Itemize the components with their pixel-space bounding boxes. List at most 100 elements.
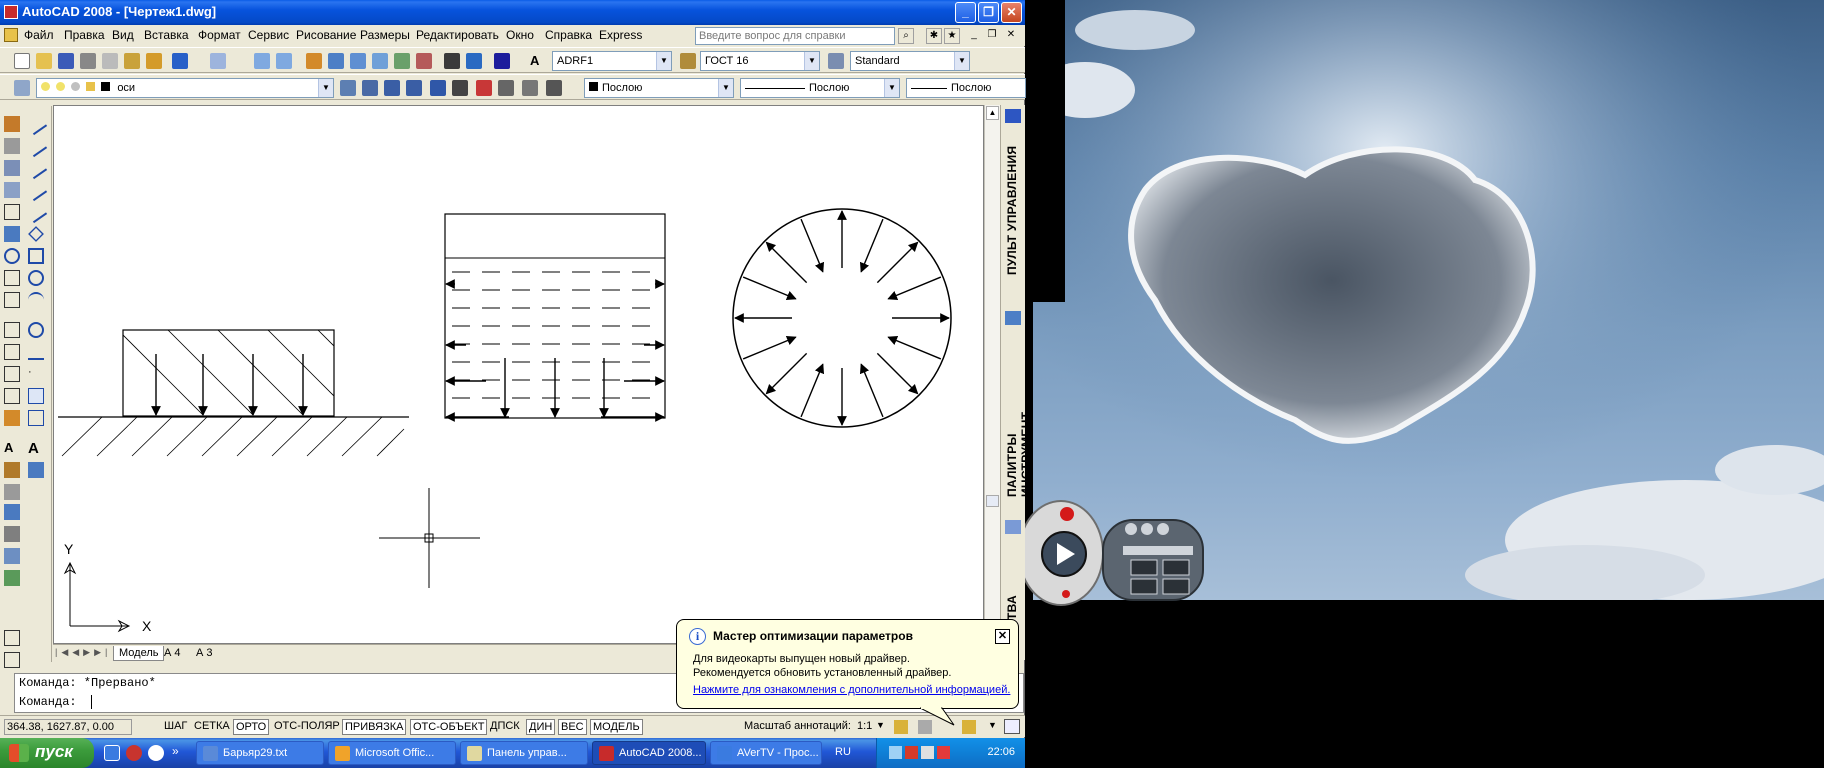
dim-style-select[interactable]: ГОСТ 16 ▼ (700, 51, 820, 71)
lineweight-select[interactable]: Послою (906, 78, 1026, 98)
tool-palettes-tab[interactable]: ПАЛИТРЫ ИНСТРУМЕНТ... (1005, 337, 1033, 497)
toggle-ducs[interactable]: ДПСК (488, 719, 522, 735)
quicklaunch-more-icon[interactable]: » (172, 744, 179, 758)
restore-button[interactable]: ❐ (978, 2, 999, 23)
copy-icon[interactable] (102, 53, 118, 69)
layer-select[interactable]: оси ▼ (36, 78, 334, 98)
balloon-more-info-link[interactable]: Нажмите для ознакомления с дополнительно… (693, 684, 1010, 696)
rotate-icon[interactable] (4, 248, 20, 264)
annotation-visibility-icon[interactable] (894, 720, 908, 734)
quicklaunch-player-icon[interactable] (148, 745, 164, 761)
dashboard-icon[interactable] (1005, 109, 1021, 123)
properties-icon[interactable] (306, 53, 322, 69)
tray-antivirus-icon[interactable] (905, 746, 918, 759)
layer-manager-icon[interactable] (14, 80, 30, 96)
menu-window[interactable]: Окно (506, 28, 534, 42)
language-indicator[interactable]: RU (835, 746, 851, 758)
block-editor-icon[interactable] (466, 53, 482, 69)
polyline-icon[interactable] (24, 156, 48, 180)
trim-icon[interactable] (4, 322, 20, 338)
copy-object-icon[interactable] (4, 138, 20, 154)
table-style-select[interactable]: Standard ▼ (850, 51, 970, 71)
zoom-icon[interactable] (276, 53, 292, 69)
layer-previous-icon[interactable] (362, 80, 378, 96)
offset-icon[interactable] (4, 182, 20, 198)
scroll-thumb[interactable] (986, 495, 999, 507)
communication-icon[interactable]: ✱ (926, 28, 942, 44)
status-menu-icon[interactable]: ▼ (988, 720, 997, 730)
table-style-icon[interactable] (828, 53, 844, 69)
toggle-osnap[interactable]: ПРИВЯЗКА (342, 719, 407, 735)
cylinder-icon[interactable] (430, 80, 446, 96)
quicklaunch-opera-icon[interactable] (126, 745, 142, 761)
make-current-icon[interactable] (340, 80, 356, 96)
hatch-icon[interactable] (28, 388, 44, 404)
measure-icon[interactable] (522, 80, 538, 96)
taskbar-button-office[interactable]: Microsoft Offic... (328, 741, 456, 765)
taskbar-button-notepad[interactable]: Барьяр29.txt (196, 741, 324, 765)
dashboard-palette-tab[interactable]: ПУЛЬТ УПРАВЛЕНИЯ (1005, 145, 1019, 275)
properties-palette-tab[interactable]: ТВА (1005, 590, 1019, 620)
sheet-set-icon[interactable] (372, 53, 388, 69)
erase-icon[interactable] (4, 116, 20, 132)
taskbar-button-autocad[interactable]: AutoCAD 2008... (592, 741, 706, 765)
match-properties-icon[interactable] (146, 53, 162, 69)
drawing-area[interactable]: Y X (53, 105, 984, 644)
tool-palettes-icon[interactable] (350, 53, 366, 69)
dimension-icon[interactable] (452, 80, 468, 96)
scale-icon[interactable] (4, 270, 20, 286)
menu-modify[interactable]: Редактировать (416, 28, 499, 42)
explode-icon[interactable] (4, 410, 20, 426)
tray-network-icon[interactable] (889, 746, 902, 759)
stretch-icon[interactable] (4, 292, 20, 308)
ray-icon[interactable] (24, 200, 48, 224)
menu-format[interactable]: Формат (198, 28, 241, 42)
pan-icon[interactable] (254, 53, 270, 69)
help-icon[interactable] (444, 53, 460, 69)
tool-palettes-icon[interactable] (1005, 311, 1021, 325)
menu-file[interactable]: Файл (24, 28, 54, 42)
toggle-otrack[interactable]: ОТС-ОБЪЕКТ (410, 719, 488, 735)
dim-icon-2[interactable] (4, 504, 20, 520)
monitor-icon[interactable] (494, 53, 510, 69)
command-prompt[interactable]: Команда: (19, 695, 77, 709)
menu-help[interactable]: Справка (545, 28, 592, 42)
notification-balloon[interactable]: i Мастер оптимизации параметров ✕ Для ви… (676, 619, 1019, 709)
document-icon[interactable] (4, 28, 18, 42)
autocad-app-icon[interactable] (4, 5, 18, 19)
redo-icon[interactable] (210, 53, 226, 69)
scroll-up-button[interactable]: ▲ (986, 106, 999, 120)
spline-icon[interactable] (28, 344, 44, 360)
move-icon[interactable] (4, 226, 20, 242)
dim-style-icon[interactable] (680, 53, 696, 69)
close-button[interactable]: ✕ (1001, 2, 1022, 23)
menu-edit[interactable]: Правка (64, 28, 105, 42)
ucs-icon[interactable] (498, 80, 514, 96)
vertical-scrollbar[interactable]: ▲ (984, 105, 1000, 644)
properties-palette-icon[interactable] (1005, 520, 1021, 534)
help-search-input[interactable]: Введите вопрос для справки (695, 27, 895, 45)
rectangle-icon[interactable] (28, 248, 44, 264)
balloon-close-button[interactable]: ✕ (995, 629, 1010, 644)
text-style-icon[interactable]: A (530, 53, 546, 69)
menu-draw[interactable]: Рисование (296, 28, 356, 42)
doc-restore-button[interactable]: ❐ (984, 28, 1000, 44)
new-icon[interactable] (14, 53, 30, 69)
construction-line-icon[interactable] (24, 134, 48, 158)
menu-express[interactable]: Express (599, 28, 642, 42)
calculator-icon[interactable] (416, 53, 432, 69)
menu-dimension[interactable]: Размеры (360, 28, 410, 42)
array-icon[interactable] (4, 204, 20, 220)
menu-insert[interactable]: Вставка (144, 28, 189, 42)
point-icon[interactable]: · (28, 366, 44, 382)
doc-minimize-button[interactable]: _ (966, 28, 982, 44)
multiline-icon[interactable] (24, 178, 48, 202)
inquiry-icon[interactable] (476, 80, 492, 96)
dim-icon-4[interactable] (4, 548, 20, 564)
tab-a3[interactable]: А 3 (191, 646, 218, 661)
toggle-snap[interactable]: ШАГ (162, 719, 189, 735)
chevron-down-icon[interactable]: ▼ (876, 720, 885, 730)
tab-model[interactable]: Модель (113, 646, 165, 661)
break-icon[interactable] (4, 366, 20, 382)
linetype-select[interactable]: Послою ▼ (740, 78, 900, 98)
